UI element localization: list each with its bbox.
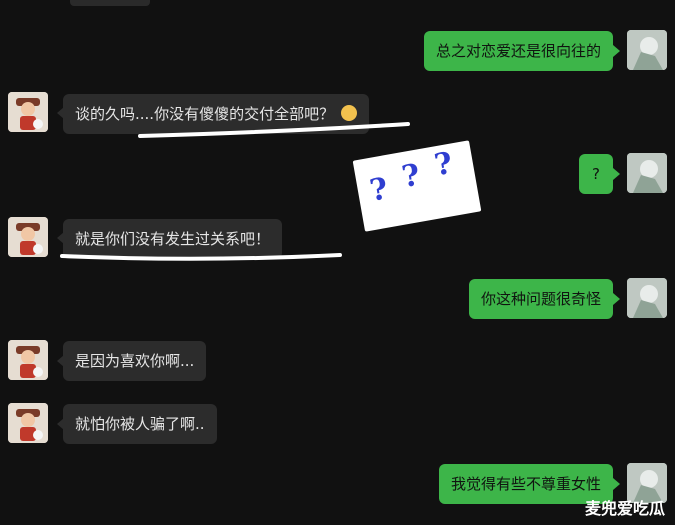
message-text: 就是你们没有发生过关系吧！ (75, 230, 271, 248)
message-bubble-outgoing[interactable]: ? (579, 154, 613, 194)
avatar-image (627, 278, 667, 318)
avatar-image (8, 340, 48, 380)
avatar-image (627, 153, 667, 193)
avatar-contact[interactable] (8, 340, 48, 380)
question-mark: ? (367, 171, 391, 209)
message-bubble-outgoing[interactable]: 你这种问题很奇怪 (468, 279, 613, 319)
avatar-image (8, 217, 48, 257)
message-text: 就怕你被人骗了啊.. (75, 415, 205, 433)
avatar-self[interactable] (627, 30, 667, 70)
avatar-self[interactable] (627, 278, 667, 318)
annotation-underlines (60, 122, 410, 261)
message-text: 你这种问题很奇怪 (480, 290, 601, 308)
avatar-contact[interactable] (8, 217, 48, 257)
avatar-image (627, 30, 667, 70)
cropped-bubble (70, 0, 150, 6)
message-bubble-incoming[interactable]: 就是你们没有发生过关系吧！ (63, 219, 283, 259)
avatar-image (8, 403, 48, 443)
message-bubble-outgoing[interactable]: 总之对恋爱还是很向往的 (423, 31, 613, 71)
avatar-contact[interactable] (8, 92, 48, 132)
bubble-tail (613, 168, 620, 180)
bubble-tail (613, 45, 620, 57)
question-note: ? ? ? (352, 140, 482, 232)
bubble-tail (613, 293, 620, 305)
question-mark: ? (399, 157, 423, 196)
watermark-text: 麦兜爱吃瓜 (584, 499, 665, 518)
avatar-contact[interactable] (8, 403, 48, 443)
message-bubble-incoming[interactable]: 就怕你被人骗了啊.. (63, 404, 217, 444)
message-text: 是因为喜欢你啊... (75, 352, 195, 370)
message-text: 总之对恋爱还是很向往的 (435, 42, 601, 60)
message-text: 我觉得有些不尊重女性 (450, 475, 601, 493)
message-bubble-incoming[interactable]: 是因为喜欢你啊... (63, 341, 207, 381)
face-emoji-icon (340, 105, 357, 121)
message-bubble-incoming[interactable]: 谈的久吗....你没有傻傻的交付全部吧？ (63, 94, 369, 134)
avatar-image (8, 92, 48, 132)
message-text: ? (592, 165, 600, 183)
bubble-tail (613, 478, 620, 490)
avatar-self[interactable] (627, 153, 667, 193)
question-mark: ? (431, 145, 456, 184)
message-text: 谈的久吗....你没有傻傻的交付全部吧？ (75, 105, 335, 123)
